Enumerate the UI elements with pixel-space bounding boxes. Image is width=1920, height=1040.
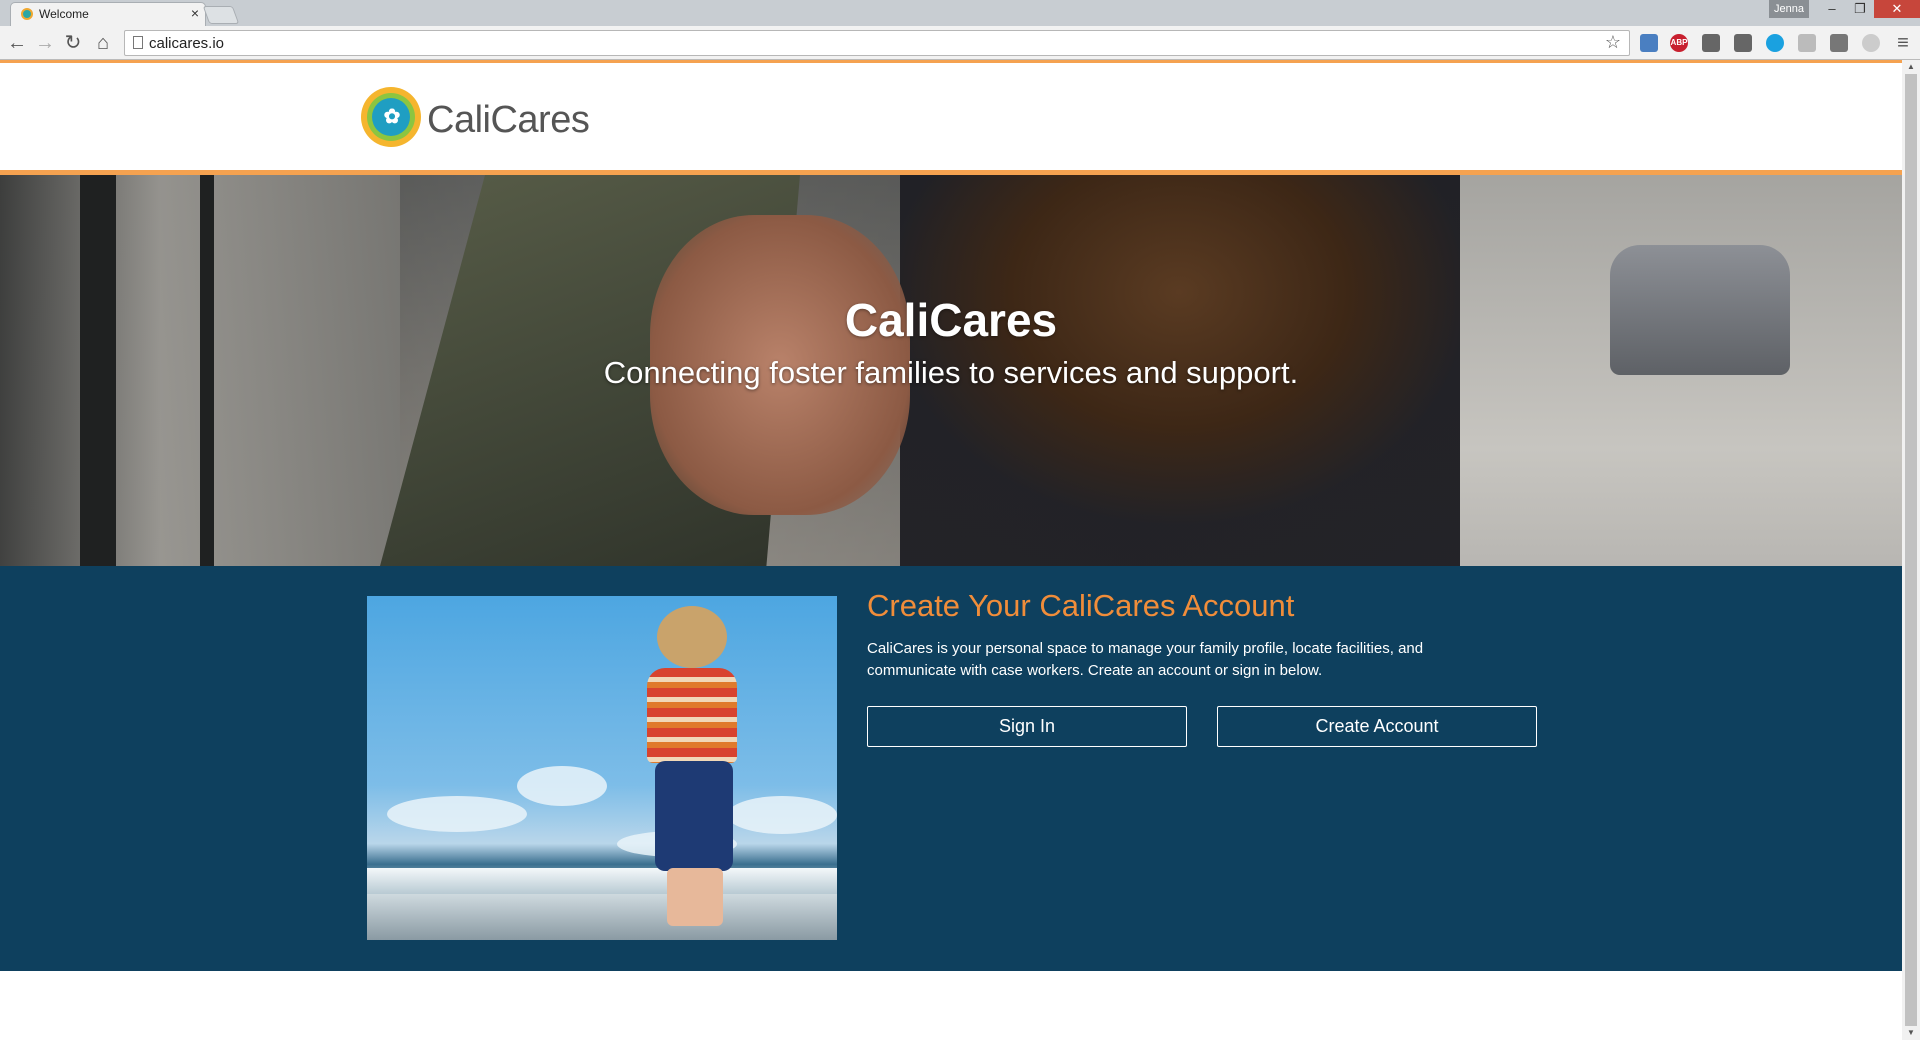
calicares-favicon-icon — [21, 8, 33, 20]
logo-figures-icon: ✿ — [383, 106, 401, 128]
hero-subtitle: Connecting foster families to services a… — [603, 355, 1299, 390]
scroll-up-icon[interactable]: ▲ — [1902, 60, 1920, 74]
minimize-button[interactable]: – — [1818, 0, 1846, 18]
profile-badge[interactable]: Jenna — [1769, 0, 1809, 18]
back-arrow-icon[interactable]: ← — [4, 30, 30, 56]
browser-toolbar: ← → ↻ ⌂ calicares.io ☆ ABP ≡ — [0, 26, 1920, 60]
reload-icon[interactable]: ↻ — [60, 30, 86, 56]
extension-icon[interactable] — [1798, 34, 1816, 52]
url-text: calicares.io — [149, 35, 225, 52]
address-bar[interactable]: calicares.io ☆ — [124, 30, 1630, 56]
scroll-down-icon[interactable]: ▼ — [1902, 1026, 1920, 1040]
forward-arrow-icon[interactable]: → — [32, 30, 58, 56]
new-tab-button[interactable] — [202, 6, 240, 24]
sign-in-button[interactable]: Sign In — [867, 706, 1187, 747]
page-scrollbar[interactable]: ▲ ▼ — [1902, 60, 1920, 1040]
cast-icon[interactable] — [1702, 34, 1720, 52]
evernote-icon[interactable] — [1830, 34, 1848, 52]
menu-icon[interactable]: ≡ — [1890, 30, 1916, 56]
tab-close-icon[interactable]: × — [191, 5, 199, 21]
page-icon — [133, 36, 143, 49]
child-at-beach-image — [367, 596, 837, 940]
extension-m-icon[interactable] — [1862, 34, 1880, 52]
hero-banner: CaliCares Connecting foster families to … — [0, 175, 1902, 566]
bookmark-star-icon[interactable]: ☆ — [1605, 32, 1621, 53]
account-heading: Create Your CaliCares Account — [867, 588, 1295, 623]
brand-name[interactable]: CaliCares — [427, 99, 590, 142]
create-account-button[interactable]: Create Account — [1217, 706, 1537, 747]
adblock-plus-icon[interactable]: ABP — [1670, 34, 1688, 52]
account-section: Create Your CaliCares Account CaliCares … — [0, 566, 1902, 971]
home-icon[interactable]: ⌂ — [90, 30, 116, 56]
site-header: ✿ CaliCares — [0, 63, 1902, 175]
restore-button[interactable]: ❐ — [1846, 0, 1874, 18]
page: ✿ CaliCares CaliCares Connecting foster … — [0, 60, 1902, 1040]
skype-icon[interactable] — [1766, 34, 1784, 52]
tab-title: Welcome — [39, 7, 89, 21]
account-description: CaliCares is your personal space to mana… — [867, 640, 1424, 679]
browser-tab-bar: Welcome × Jenna – ❐ ✕ — [0, 0, 1920, 26]
camera-icon[interactable] — [1734, 34, 1752, 52]
hero-title: CaliCares — [844, 294, 1058, 346]
browser-tab[interactable]: Welcome × — [10, 2, 206, 26]
extension-doc-icon[interactable] — [1640, 34, 1658, 52]
scrollbar-thumb[interactable] — [1905, 74, 1917, 1026]
close-window-button[interactable]: ✕ — [1874, 0, 1920, 18]
